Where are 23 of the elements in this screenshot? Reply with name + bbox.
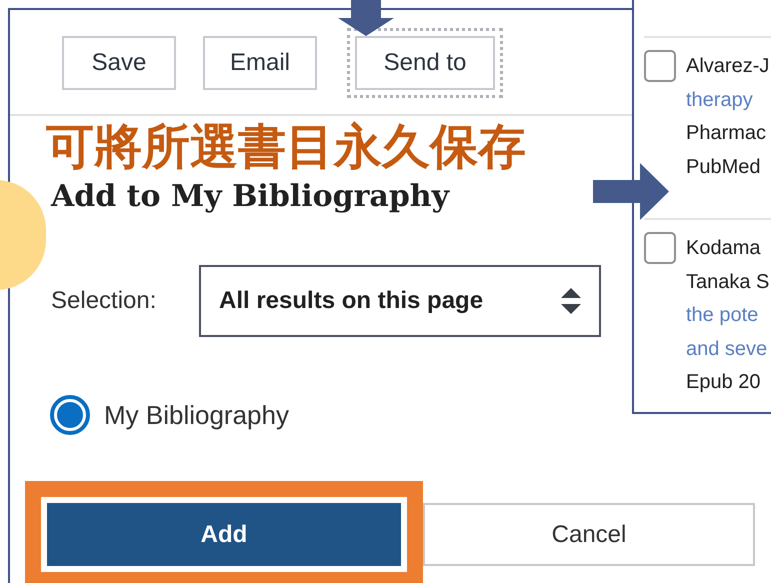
citation-text: Epub 20 <box>686 370 762 395</box>
citation-text: PubMed <box>686 154 762 180</box>
citation-text: Pharmac <box>686 121 768 146</box>
selection-dropdown[interactable]: All results on this page <box>199 265 601 337</box>
toolbar-button[interactable]: Send to <box>355 36 495 90</box>
citation-text: Tanaka S <box>686 270 770 294</box>
title-link[interactable]: and seve <box>686 332 770 366</box>
cancel-button[interactable]: Cancel <box>423 503 755 566</box>
radio-button[interactable] <box>50 395 90 435</box>
title-link[interactable]: the pote <box>686 299 770 332</box>
checkbox[interactable] <box>644 232 676 264</box>
toolbar-button[interactable]: Save <box>62 36 176 90</box>
title-link[interactable]: therapy <box>686 84 770 117</box>
radio-label: My Bibliography <box>104 398 289 432</box>
checkbox[interactable] <box>644 50 676 82</box>
citation-text: Alvarez-J <box>686 54 770 79</box>
annotation-caption: 可將所選書目永久保存 <box>46 120 527 176</box>
citation-text: Kodama <box>686 236 762 261</box>
sort-arrows-icon <box>561 288 581 314</box>
add-button[interactable]: Add <box>47 503 401 566</box>
toolbar-button[interactable]: Email <box>203 36 317 90</box>
selection-label: Selection: <box>51 286 158 316</box>
dialog-title: Add to My Bibliography <box>51 178 451 216</box>
